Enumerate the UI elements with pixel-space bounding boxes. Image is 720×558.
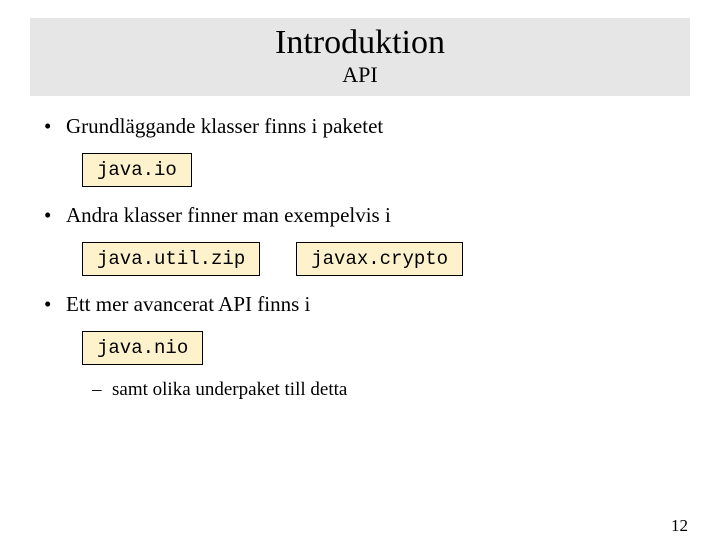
code-box: javax.crypto [296,242,463,276]
bullet-item: Grundläggande klasser finns i paketet ja… [44,114,690,187]
bullet-item: Andra klasser finner man exempelvis i ja… [44,203,690,276]
slide-subtitle: API [30,63,690,87]
bullet-item: Ett mer avancerat API finns i java.nio s… [44,292,690,401]
title-band: Introduktion API [30,18,690,96]
sub-bullet-item: samt olika underpaket till detta [92,379,690,401]
bullet-text: Ett mer avancerat API finns i [66,292,310,316]
slide-content: Grundläggande klasser finns i paketet ja… [30,114,690,401]
bullet-text: Grundläggande klasser finns i paketet [66,114,383,138]
code-row: java.nio [82,331,690,365]
code-box: java.io [82,153,192,187]
slide-title: Introduktion [30,24,690,61]
code-row: java.io [82,153,690,187]
sub-bullet-text: samt olika underpaket till detta [112,379,347,400]
slide: Introduktion API Grundläggande klasser f… [0,18,720,558]
code-box: java.nio [82,331,203,365]
page-number: 12 [671,516,688,536]
bullet-text: Andra klasser finner man exempelvis i [66,203,391,227]
code-box: java.util.zip [82,242,260,276]
code-row: java.util.zip javax.crypto [82,242,690,276]
